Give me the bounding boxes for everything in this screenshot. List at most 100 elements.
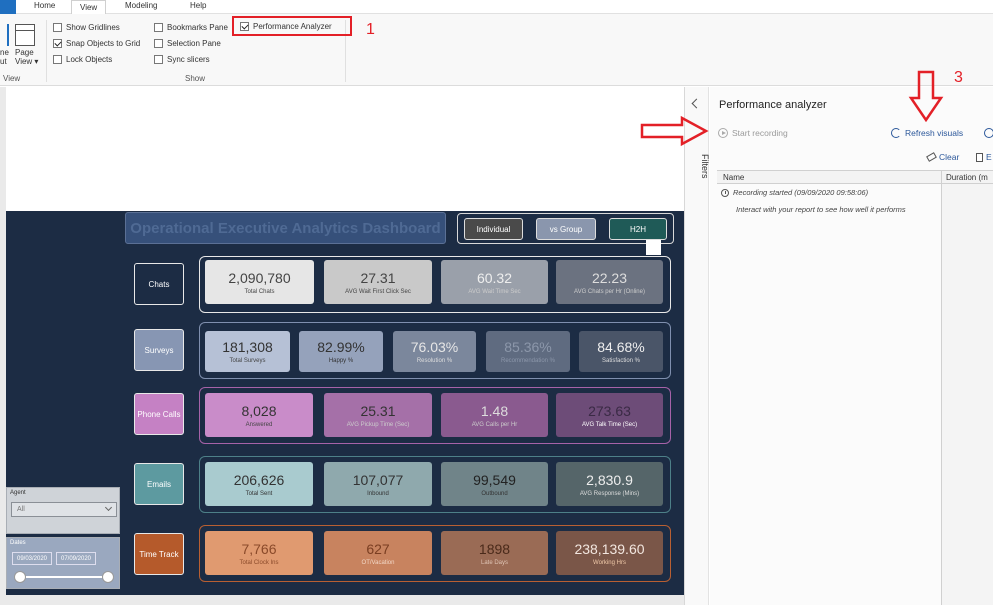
- date-slider-start-handle[interactable]: [14, 571, 26, 583]
- date-range-track[interactable]: [20, 576, 114, 578]
- category-emails[interactable]: Emails: [134, 463, 184, 505]
- kpi-label: AVG Response (Mins): [579, 490, 640, 497]
- kpi-value: 2,830.9: [586, 471, 633, 488]
- column-duration-header[interactable]: Duration (m: [946, 173, 988, 182]
- tab-help[interactable]: Help: [190, 1, 206, 10]
- export-label: E: [986, 152, 992, 162]
- column-name-header[interactable]: Name: [723, 173, 744, 182]
- annotation-step-3: 3: [954, 69, 963, 86]
- kpi-label: Inbound: [367, 490, 389, 497]
- log-row-recording-started[interactable]: Recording started (09/09/2020 09:58:06): [721, 188, 868, 197]
- kpi-label: Outbound: [481, 490, 508, 497]
- kpi-card: 85.36% Recommendation %: [486, 331, 570, 372]
- checkbox-box: [53, 39, 62, 48]
- tab-view[interactable]: View: [71, 0, 107, 14]
- filters-pane-label[interactable]: Filters: [700, 154, 710, 179]
- kpi-value: 60.32: [476, 269, 513, 286]
- category-phone-calls[interactable]: Phone Calls: [134, 393, 184, 435]
- checkbox-box: [154, 55, 163, 64]
- tab-modeling[interactable]: Modeling: [125, 1, 157, 10]
- kpi-card: 181,308 Total Surveys: [205, 331, 290, 372]
- selection-pane-checkbox[interactable]: Selection Pane: [154, 39, 221, 48]
- refresh-visuals-label: Refresh visuals: [905, 128, 964, 138]
- sync-slicers-checkbox[interactable]: Sync slicers: [154, 55, 210, 64]
- duration-column: [942, 184, 993, 605]
- kpi-card: 206,626 Total Sent: [205, 462, 313, 506]
- kpi-label: Satisfaction %: [601, 358, 641, 364]
- column-separator[interactable]: [941, 170, 942, 605]
- end-date-input[interactable]: 07/09/2020: [56, 552, 96, 565]
- kpi-label: OT/Vacation: [361, 559, 395, 566]
- page-view-icon[interactable]: [15, 24, 35, 46]
- kpi-value: 82.99%: [317, 339, 365, 355]
- category-surveys[interactable]: Surveys: [134, 329, 184, 371]
- category-chats[interactable]: Chats: [134, 263, 184, 305]
- kpi-label: AVG Calls per Hr: [471, 421, 518, 428]
- checkbox-box: [154, 23, 163, 32]
- ribbon-view: [0, 14, 993, 86]
- category-time-track[interactable]: Time Track: [134, 533, 184, 575]
- tab-home[interactable]: Home: [34, 1, 55, 10]
- bookmarks-pane-checkbox[interactable]: Bookmarks Pane: [154, 23, 228, 32]
- kpi-label: AVG Chats per Hr (Online): [574, 288, 645, 295]
- clear-label: Clear: [939, 152, 960, 162]
- kpi-card: 22.23 AVG Chats per Hr (Online): [556, 260, 663, 304]
- agent-slicer-title: Agent: [10, 490, 26, 496]
- snap-to-grid-checkbox[interactable]: Snap Objects to Grid: [53, 39, 140, 48]
- show-group-title: Show: [185, 74, 206, 83]
- agent-dropdown[interactable]: All: [11, 502, 117, 517]
- clear-button[interactable]: Clear: [926, 152, 960, 162]
- kpi-label: Happy %: [328, 358, 354, 364]
- report-page-blank: [6, 87, 684, 211]
- annotation-arrow-down: [908, 70, 944, 122]
- kpi-card: 627 OT/Vacation: [324, 531, 432, 575]
- kpi-label: Total Surveys: [229, 358, 266, 364]
- kpi-card: 107,077 Inbound: [324, 462, 432, 506]
- start-date-input[interactable]: 09/03/2020: [12, 552, 52, 565]
- fit-button-label-2: ut: [0, 57, 7, 66]
- document-icon: [976, 152, 983, 162]
- refresh-icon: [891, 128, 901, 138]
- kpi-label: Late Days: [480, 559, 508, 566]
- kpi-card: 238,139.60 Working Hrs: [556, 531, 663, 575]
- export-button[interactable]: E: [976, 152, 992, 162]
- refresh-visuals-button[interactable]: Refresh visuals: [891, 128, 963, 138]
- start-recording-label: Start recording: [732, 128, 788, 138]
- checkbox-box: [53, 55, 62, 64]
- individual-button[interactable]: Individual: [464, 218, 523, 240]
- kpi-label: Total Sent: [245, 490, 273, 497]
- annotation-arrow-right: [640, 115, 709, 147]
- date-slider-end-handle[interactable]: [102, 571, 114, 583]
- h2h-button[interactable]: H2H: [609, 218, 667, 240]
- lock-objects-checkbox[interactable]: Lock Objects: [53, 55, 112, 64]
- clock-icon: [721, 188, 729, 197]
- checkbox-label: Lock Objects: [66, 55, 113, 64]
- ribbon-separator: [46, 20, 47, 82]
- kpi-card: 60.32 AVG Wait Time Sec: [441, 260, 548, 304]
- kpi-label: Recommendation %: [500, 358, 556, 364]
- tab-file[interactable]: [0, 0, 16, 14]
- kpi-label: Resolution %: [416, 358, 453, 364]
- kpi-card: 8,028 Answered: [205, 393, 313, 437]
- fit-to-page-icon[interactable]: [0, 24, 9, 46]
- kpi-card: 1.48 AVG Calls per Hr: [441, 393, 548, 437]
- start-recording-button[interactable]: Start recording: [718, 128, 788, 138]
- kpi-value: 85.36%: [504, 339, 552, 355]
- kpi-label: Total Clock Ins: [239, 559, 279, 566]
- dashboard-title: Operational Executive Analytics Dashboar…: [125, 212, 446, 244]
- kpi-card: 27.31 AVG Wait First Click Sec: [324, 260, 432, 304]
- show-gridlines-checkbox[interactable]: Show Gridlines: [53, 23, 120, 32]
- kpi-card: 7,766 Total Clock Ins: [205, 531, 313, 575]
- kpi-value: 8,028: [241, 402, 277, 419]
- arrow-shape: [640, 115, 709, 147]
- kpi-label: Total Chats: [244, 288, 275, 295]
- page-view-button[interactable]: Page View ▾: [15, 48, 45, 66]
- kpi-card: 2,830.9 AVG Response (Mins): [556, 462, 663, 506]
- chevron-down-icon: [104, 503, 113, 512]
- kpi-card: 82.99% Happy %: [299, 331, 383, 372]
- kpi-card: 99,549 Outbound: [441, 462, 548, 506]
- vs-group-button[interactable]: vs Group: [536, 218, 596, 240]
- stop-icon[interactable]: [984, 128, 993, 138]
- checkbox-label: Bookmarks Pane: [167, 23, 228, 32]
- kpi-card: 273.63 AVG Talk Time (Sec): [556, 393, 663, 437]
